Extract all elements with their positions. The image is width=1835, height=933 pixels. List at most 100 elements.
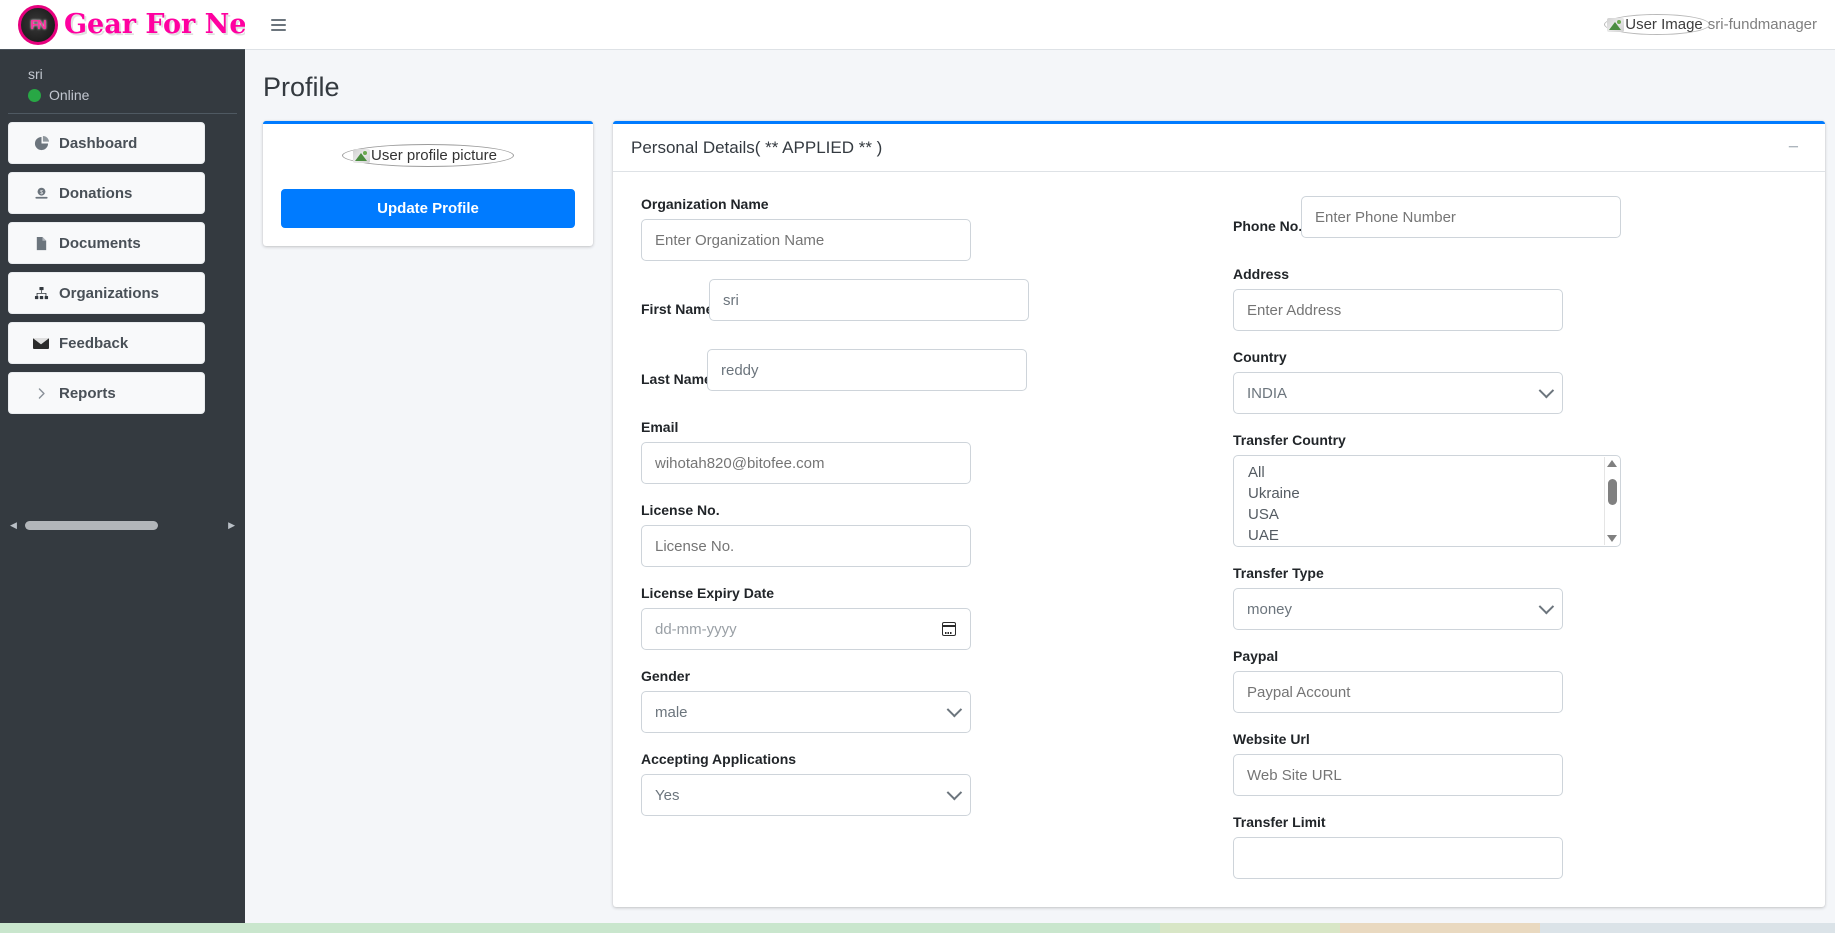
field-phone-no: Phone No. xyxy=(1233,196,1797,252)
scrollbar-track[interactable] xyxy=(23,520,222,530)
scroll-right-arrow-icon[interactable]: ▶ xyxy=(228,520,235,530)
organization-name-label: Organization Name xyxy=(641,196,769,212)
transfer-type-select[interactable]: money xyxy=(1233,588,1563,630)
nav-edge-marker xyxy=(207,240,212,246)
accepting-applications-label: Accepting Applications xyxy=(641,751,797,767)
license-no-input[interactable] xyxy=(641,525,971,567)
sidebar-item-dashboard[interactable]: Dashboard xyxy=(8,122,212,164)
sidebar-horizontal-scrollbar[interactable]: ◀ ▶ xyxy=(10,517,235,533)
listbox-option[interactable]: All xyxy=(1234,462,1620,483)
bottom-color-strip xyxy=(0,923,1835,933)
field-first-name: First Name xyxy=(641,279,1205,335)
listbox-option[interactable]: UAE xyxy=(1234,525,1620,546)
personal-details-card: Personal Details( ** APPLIED ** ) − Orga… xyxy=(613,121,1825,907)
details-right-column: Phone No. Address Country INDIA xyxy=(1233,196,1797,897)
brand-name: Gear For Need xyxy=(63,8,245,41)
email-input[interactable] xyxy=(641,442,971,484)
field-accepting-applications: Accepting Applications Yes xyxy=(641,751,1205,816)
license-expiry-input[interactable]: dd-mm-yyyy xyxy=(641,608,971,650)
chevron-down-icon xyxy=(946,701,963,718)
phone-no-label: Phone No. xyxy=(1233,218,1303,234)
field-country: Country INDIA xyxy=(1233,349,1797,414)
svg-text:$: $ xyxy=(40,189,43,195)
paypal-input[interactable] xyxy=(1233,671,1563,713)
scroll-up-arrow-icon[interactable] xyxy=(1607,460,1617,467)
minimize-icon[interactable]: − xyxy=(1784,138,1803,157)
sidebar-item-label: Organizations xyxy=(59,284,160,302)
field-license-expiry-date: License Expiry Date dd-mm-yyyy xyxy=(641,585,1205,650)
field-address: Address xyxy=(1233,266,1797,331)
sidebar-nav: Dashboard $ Donations Documents Organiza… xyxy=(0,114,245,414)
license-expiry-label: License Expiry Date xyxy=(641,585,775,601)
document-icon xyxy=(31,236,51,251)
phone-no-input[interactable] xyxy=(1301,196,1621,238)
nav-edge-marker xyxy=(207,190,212,196)
sidebar-item-organizations[interactable]: Organizations xyxy=(8,272,212,314)
online-status-dot xyxy=(28,88,41,102)
field-transfer-limit: Transfer Limit xyxy=(1233,814,1797,879)
first-name-input[interactable] xyxy=(709,279,1029,321)
field-last-name: Last Name xyxy=(641,349,1205,405)
sidebar-item-label: Donations xyxy=(59,184,133,202)
profile-picture-wrap: User profile picture xyxy=(281,144,575,167)
chevron-right-icon xyxy=(31,387,51,400)
field-paypal: Paypal xyxy=(1233,648,1797,713)
update-profile-button[interactable]: Update Profile xyxy=(281,189,575,228)
first-name-label: First Name xyxy=(641,301,714,317)
nav-edge-marker xyxy=(207,390,212,396)
field-email: Email xyxy=(641,419,1205,484)
sidebar-item-documents[interactable]: Documents xyxy=(8,222,212,264)
address-input[interactable] xyxy=(1233,289,1563,331)
topbar-user-area[interactable]: User Image sri-fundmanager xyxy=(1604,14,1825,35)
topbar-username: sri-fundmanager xyxy=(1707,16,1817,33)
donation-icon: $ xyxy=(31,186,51,201)
sidebar-item-label: Reports xyxy=(59,384,116,402)
sidebar-item-donations[interactable]: $ Donations xyxy=(8,172,212,214)
page-title: Profile xyxy=(263,72,340,102)
sidebar-user-panel: sri Online xyxy=(8,50,237,114)
accepting-applications-select[interactable]: Yes xyxy=(641,774,971,816)
broken-image-icon xyxy=(353,148,371,163)
listbox-option[interactable]: Ukraine xyxy=(1234,483,1620,504)
email-label: Email xyxy=(641,419,679,435)
gender-label: Gender xyxy=(641,668,691,684)
details-left-column: Organization Name First Name Last Name xyxy=(641,196,1205,897)
logo-mark: FN xyxy=(30,17,46,32)
listbox-scrollbar[interactable] xyxy=(1604,457,1619,545)
scrollbar-thumb[interactable] xyxy=(24,520,159,530)
scroll-left-arrow-icon[interactable]: ◀ xyxy=(10,520,17,530)
sidebar-user-status-text: Online xyxy=(49,87,90,103)
profile-picture[interactable]: User profile picture xyxy=(342,144,514,167)
field-transfer-country: Transfer Country All Ukraine USA UAE xyxy=(1233,432,1797,547)
profile-picture-alt-text: User profile picture xyxy=(371,147,497,164)
sidebar-item-feedback[interactable]: Feedback xyxy=(8,322,212,364)
sidebar-item-reports[interactable]: Reports xyxy=(8,372,212,414)
field-organization-name: Organization Name xyxy=(641,196,1205,261)
field-gender: Gender male xyxy=(641,668,1205,733)
website-url-input[interactable] xyxy=(1233,754,1563,796)
profile-row: User profile picture Update Profile Pers… xyxy=(245,121,1835,907)
avatar-alt-text: User Image xyxy=(1625,16,1703,33)
gender-select[interactable]: male xyxy=(641,691,971,733)
avatar[interactable]: User Image xyxy=(1604,14,1710,35)
last-name-input[interactable] xyxy=(707,349,1027,391)
chevron-down-icon xyxy=(1538,382,1555,399)
brand-logo-area[interactable]: FN Gear For Need xyxy=(0,0,245,50)
listbox-scroll-thumb[interactable] xyxy=(1608,479,1617,505)
sitemap-icon xyxy=(31,286,51,301)
field-website-url: Website Url xyxy=(1233,731,1797,796)
scroll-down-arrow-icon[interactable] xyxy=(1607,535,1617,542)
field-license-no: License No. xyxy=(641,502,1205,567)
transfer-limit-label: Transfer Limit xyxy=(1233,814,1326,830)
organization-name-input[interactable] xyxy=(641,219,971,261)
transfer-type-label: Transfer Type xyxy=(1233,565,1324,581)
calendar-icon[interactable] xyxy=(942,622,956,636)
nav-edge-marker xyxy=(207,140,212,146)
transfer-limit-input[interactable] xyxy=(1233,837,1563,879)
country-label: Country xyxy=(1233,349,1287,365)
envelope-icon xyxy=(31,337,51,350)
transfer-country-listbox[interactable]: All Ukraine USA UAE xyxy=(1233,455,1621,547)
listbox-option[interactable]: USA xyxy=(1234,504,1620,525)
hamburger-icon[interactable] xyxy=(267,15,290,35)
country-select[interactable]: INDIA xyxy=(1233,372,1563,414)
